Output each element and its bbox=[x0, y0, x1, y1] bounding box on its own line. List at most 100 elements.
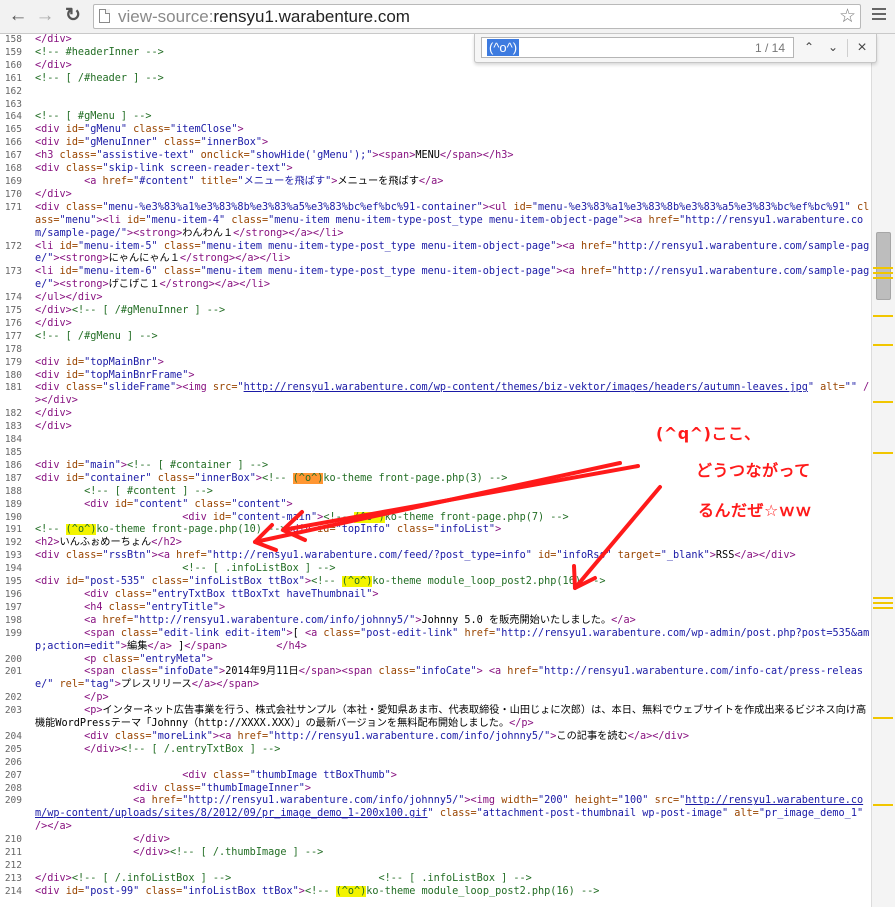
find-close-button[interactable]: × bbox=[851, 37, 873, 58]
line-number: 204 bbox=[4, 730, 22, 742]
line-code: <div id="content-main"><!-- (^o^)ko-them… bbox=[182, 511, 569, 523]
bookmark-star-icon[interactable]: ☆ bbox=[839, 5, 856, 28]
line-code: <div class="slideFrame"><img src="http:/… bbox=[35, 382, 870, 407]
line-number: 214 bbox=[4, 885, 22, 897]
line-code: </div><!-- [ /.entryTxtBox ] --> bbox=[84, 743, 281, 755]
line-code: <!-- (^o^)ko-theme front-page.php(10) --… bbox=[35, 524, 502, 536]
line-number: 199 bbox=[4, 627, 22, 639]
line-code: <div class="skip-link screen-reader-text… bbox=[35, 163, 293, 175]
source-line: 192 <h2>いんふぉめーちょん</h2> bbox=[0, 537, 871, 550]
line-number: 174 bbox=[4, 292, 22, 304]
find-input[interactable]: (^o^) 1 / 14 bbox=[481, 37, 794, 58]
source-line: 212 bbox=[0, 860, 871, 873]
find-match-marker bbox=[873, 804, 893, 806]
source-line: 199 <span class="edit-link edit-item">[ … bbox=[0, 628, 871, 654]
reload-icon[interactable]: ↻ bbox=[61, 4, 85, 28]
source-line: 182 </div> bbox=[0, 408, 871, 421]
chevron-down-icon: ⌄ bbox=[827, 40, 839, 54]
source-line: 172 <li id="menu-item-5" class="menu-item… bbox=[0, 241, 871, 267]
source-line: 166 <div id="gMenuInner" class="innerBox"… bbox=[0, 137, 871, 150]
line-code: <p>インターネット広告事業を行う、株式会社サンプル（本社・愛知県あま市、代表取… bbox=[35, 705, 867, 730]
find-match-count: 1 / 14 bbox=[754, 41, 785, 55]
scrollbar-thumb[interactable] bbox=[876, 232, 891, 300]
line-number: 197 bbox=[4, 601, 22, 613]
line-number: 165 bbox=[4, 124, 22, 136]
forward-arrow-icon[interactable]: → bbox=[33, 4, 57, 28]
line-number: 158 bbox=[4, 34, 22, 45]
line-number: 203 bbox=[4, 705, 22, 717]
find-match-marker bbox=[873, 344, 893, 346]
page-icon bbox=[99, 9, 110, 23]
line-code: </div> bbox=[35, 317, 72, 329]
line-number: 187 bbox=[4, 472, 22, 484]
line-number: 200 bbox=[4, 653, 22, 665]
line-code: </div> bbox=[35, 188, 72, 200]
source-line: 178 bbox=[0, 344, 871, 357]
line-number: 213 bbox=[4, 872, 22, 884]
line-code: <div id="main"><!-- [ #container ] --> bbox=[35, 459, 269, 471]
find-match-marker bbox=[873, 267, 893, 269]
source-line: 205 </div><!-- [ /.entryTxtBox ] --> bbox=[0, 744, 871, 757]
line-number: 172 bbox=[4, 240, 22, 252]
line-number: 205 bbox=[4, 743, 22, 755]
line-number: 159 bbox=[4, 46, 22, 58]
source-line: 213 </div><!-- [ /.infoListBox ] --> <!--… bbox=[0, 873, 871, 886]
source-line: 179 <div id="topMainBnr"> bbox=[0, 357, 871, 370]
source-line: 165 <div id="gMenu" class="itemClose"> bbox=[0, 124, 871, 137]
line-number: 173 bbox=[4, 266, 22, 278]
chrome-menu-icon[interactable] bbox=[872, 8, 886, 20]
line-number: 190 bbox=[4, 511, 22, 523]
line-code: <a href="http://rensyu1.warabenture.com/… bbox=[35, 795, 864, 833]
source-line: 195 <div id="post-535" class="infoListBox… bbox=[0, 576, 871, 589]
line-number: 163 bbox=[4, 98, 22, 110]
source-line: 163 bbox=[0, 99, 871, 112]
find-match-marker bbox=[873, 717, 893, 719]
source-line: 168 <div class="skip-link screen-reader-t… bbox=[0, 163, 871, 176]
line-number: 164 bbox=[4, 111, 22, 123]
chevron-up-icon: ⌃ bbox=[803, 40, 815, 54]
line-code: <div id="gMenuInner" class="innerBox"> bbox=[35, 137, 269, 149]
find-match-marker bbox=[873, 277, 893, 279]
line-code: </div><!-- [ /.thumbImage ] --> bbox=[133, 847, 324, 859]
find-match-marker bbox=[873, 452, 893, 454]
line-number: 194 bbox=[4, 563, 22, 575]
line-code: <div id="content" class="content"> bbox=[84, 498, 293, 510]
line-code: <!-- [ #content ] --> bbox=[84, 485, 213, 497]
line-code: <!-- [ .infoListBox ] --> bbox=[182, 563, 336, 575]
source-line: 180 <div id="topMainBnrFrame"> bbox=[0, 370, 871, 383]
source-line: 201 <span class="infoDate">2014年9月11日</s… bbox=[0, 666, 871, 692]
line-number: 160 bbox=[4, 59, 22, 71]
line-number: 184 bbox=[4, 434, 22, 446]
find-previous-button[interactable]: ⌃ bbox=[798, 37, 820, 58]
vertical-scrollbar[interactable] bbox=[871, 34, 895, 907]
source-line: 181 <div class="slideFrame"><img src="htt… bbox=[0, 382, 871, 408]
address-bar[interactable]: view-source:rensyu1.warabenture.com ☆ bbox=[93, 4, 861, 29]
line-code: <!-- [ #gMenu ] --> bbox=[35, 111, 152, 123]
source-line: 208 <div class="thumbImageInner"> bbox=[0, 783, 871, 796]
source-line: 211 </div><!-- [ /.thumbImage ] --> bbox=[0, 847, 871, 860]
find-query[interactable]: (^o^) bbox=[487, 39, 520, 56]
line-code: <div id="container" class="innerBox"><!-… bbox=[35, 472, 508, 484]
line-code: </div><!-- [ /#gMenuInner ] --> bbox=[35, 305, 226, 317]
source-line: 185 bbox=[0, 447, 871, 460]
line-number: 195 bbox=[4, 576, 22, 588]
line-number: 196 bbox=[4, 588, 22, 600]
line-code: </div> bbox=[35, 421, 72, 433]
line-number: 181 bbox=[4, 382, 22, 394]
source-line: 191 <!-- (^o^)ko-theme front-page.php(10)… bbox=[0, 524, 871, 537]
url-text[interactable]: view-source:rensyu1.warabenture.com bbox=[118, 7, 410, 26]
line-code: <div id="post-99" class="infoListBox ttB… bbox=[35, 885, 600, 897]
source-line: 167 <h3 class="assistive-text" onclick="s… bbox=[0, 150, 871, 163]
source-view: 158 </div> 159 <!-- #headerInner --> 160 </di… bbox=[0, 34, 871, 907]
back-arrow-icon[interactable]: ← bbox=[6, 4, 30, 28]
line-number: 198 bbox=[4, 614, 22, 626]
source-line: 171 <div class="menu-%e3%83%a1%e3%83%8b%e… bbox=[0, 202, 871, 241]
line-code: <a href="#content" title="メニューを飛ばす">メニュー… bbox=[84, 175, 444, 187]
line-number: 189 bbox=[4, 498, 22, 510]
line-code: <div id="topMainBnr"> bbox=[35, 356, 164, 368]
source-line: 207 <div class="thumbImage ttBoxThumb"> bbox=[0, 770, 871, 783]
find-next-button[interactable]: ⌄ bbox=[822, 37, 844, 58]
